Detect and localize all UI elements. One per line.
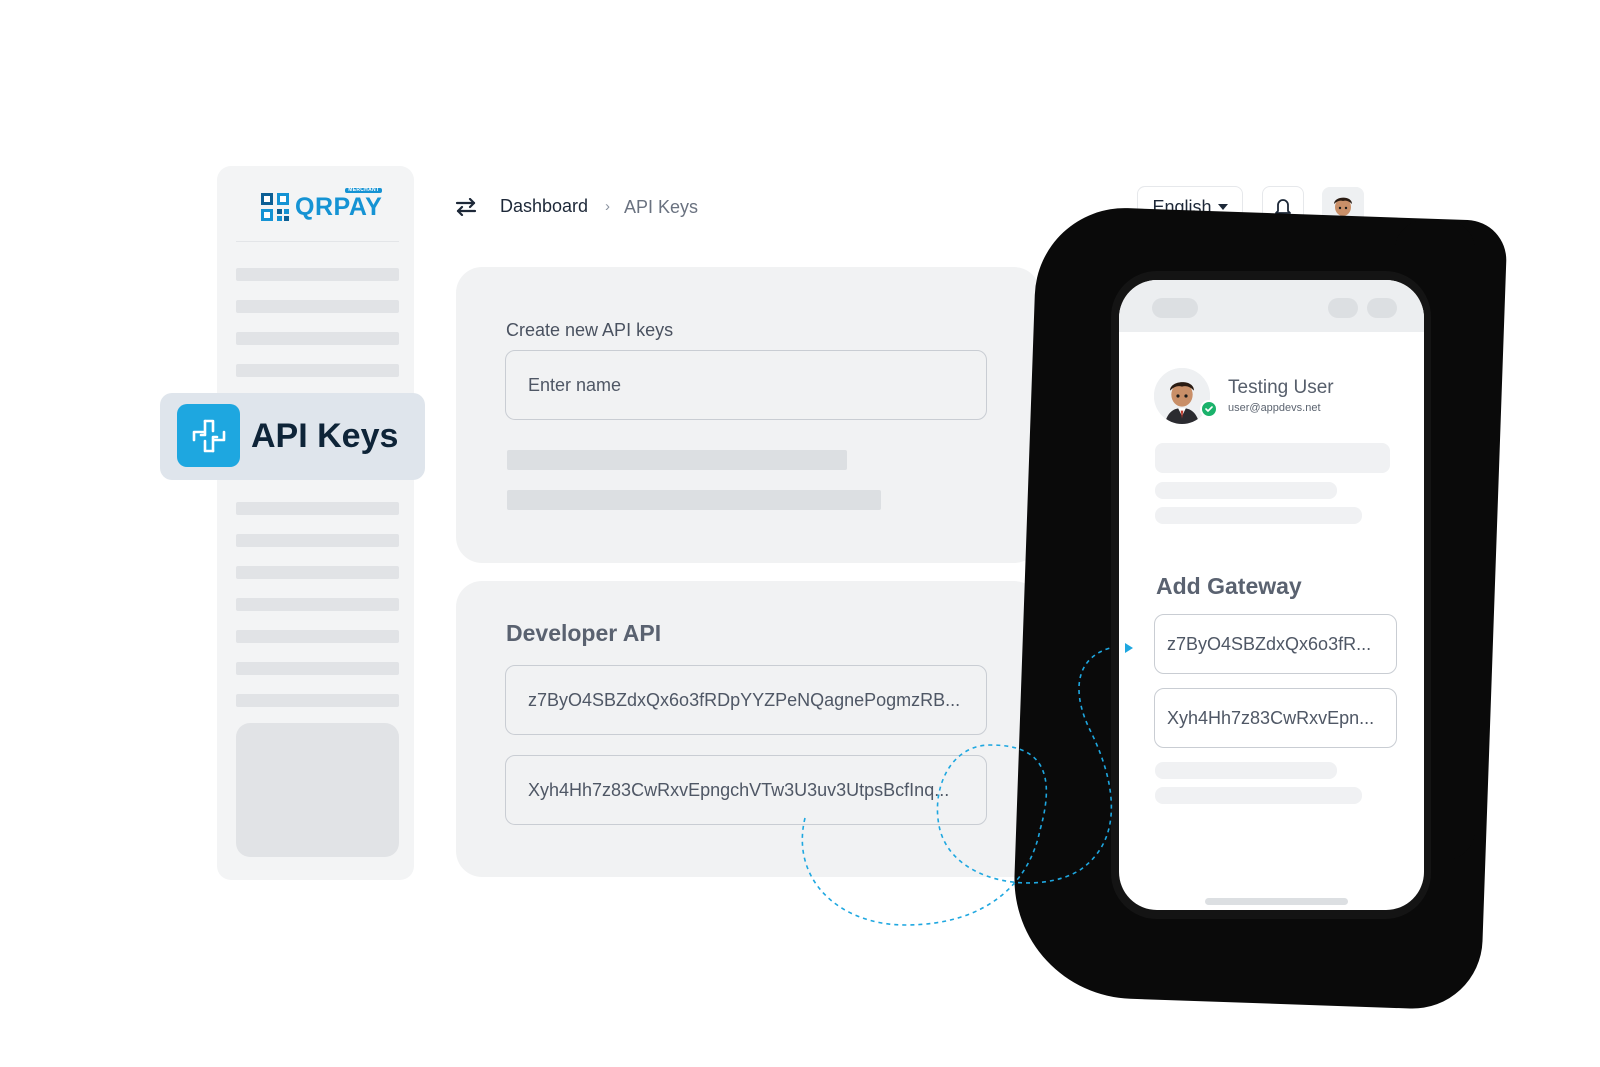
arrow-right-icon	[1125, 643, 1133, 653]
dashed-connector	[801, 643, 1133, 926]
